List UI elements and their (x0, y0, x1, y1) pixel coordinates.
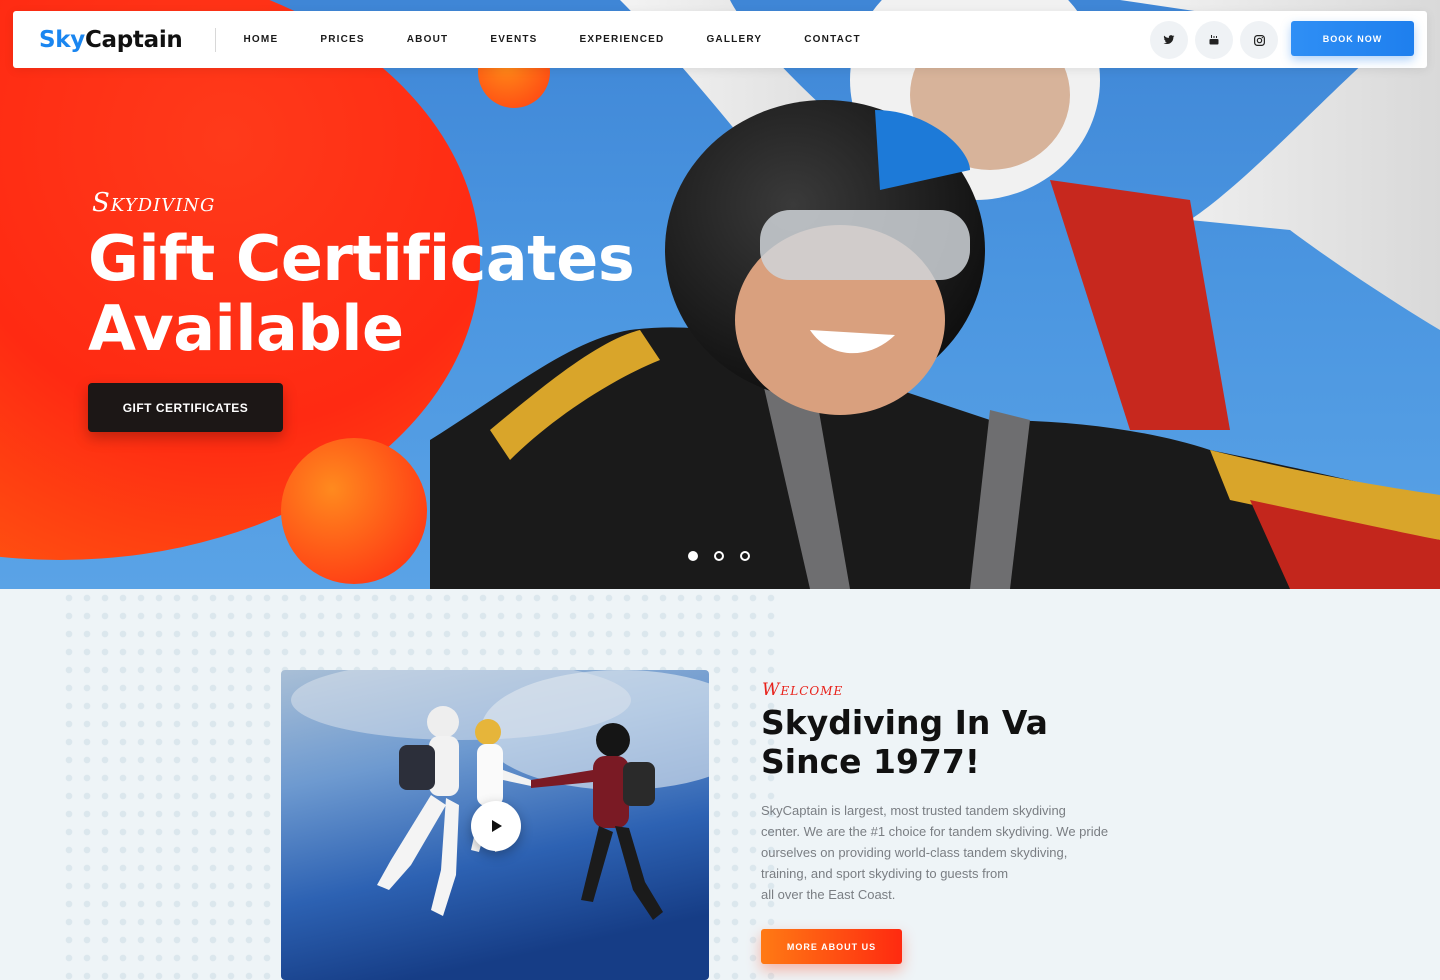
about-title: Skydiving In Va Since 1977! (761, 703, 1121, 781)
play-icon[interactable] (471, 801, 521, 851)
about-text-line: ourselves on providing world-class tande… (761, 845, 1068, 860)
logo-sky: Sky (39, 26, 85, 53)
nav-prices[interactable]: PRICES (320, 34, 364, 45)
header-divider (214, 27, 216, 52)
more-about-us-button[interactable]: MORE ABOUT US (761, 929, 902, 964)
logo-captain: Captain (84, 26, 183, 53)
hero-kicker: Skydiving (92, 188, 216, 218)
nav-events[interactable]: EVENTS (490, 34, 537, 45)
slider-dot-1[interactable] (688, 551, 698, 561)
social-links (1150, 21, 1278, 59)
hero-title-line1: Gift Certificates (88, 222, 635, 295)
about-title-line2: Since 1977! (761, 742, 980, 781)
gift-certificates-button[interactable]: GIFT CERTIFICATES (88, 383, 283, 432)
slider-pagination (688, 551, 750, 561)
main-nav: HOME PRICES ABOUT EVENTS EXPERIENCED GAL… (244, 34, 903, 45)
hero-slider: Skydiving Gift Certificates Available GI… (0, 0, 1440, 589)
about-text-line: center. We are the #1 choice for tandem … (761, 824, 1109, 839)
nav-experienced[interactable]: EXPERIENCED (580, 34, 665, 45)
nav-contact[interactable]: CONTACT (804, 34, 861, 45)
instagram-icon[interactable] (1240, 21, 1278, 59)
youtube-icon[interactable] (1195, 21, 1233, 59)
slider-dot-2[interactable] (714, 551, 724, 561)
welcome-kicker: Welcome (762, 680, 844, 700)
twitter-icon[interactable] (1150, 21, 1188, 59)
about-text-line: all over the East Coast. (761, 887, 896, 902)
book-now-button[interactable]: BOOK NOW (1291, 21, 1414, 56)
hero-title: Gift Certificates Available (88, 224, 728, 364)
about-title-line1: Skydiving In Va (761, 703, 1048, 742)
about-section: Welcome Skydiving In Va Since 1977! SkyC… (0, 589, 1440, 980)
video-thumbnail[interactable] (281, 670, 709, 980)
site-header: SkyCaptain HOME PRICES ABOUT EVENTS EXPE… (13, 11, 1427, 68)
slider-dot-3[interactable] (740, 551, 750, 561)
about-description: SkyCaptain is largest, most trusted tand… (761, 800, 1141, 905)
nav-about[interactable]: ABOUT (407, 34, 449, 45)
nav-gallery[interactable]: GALLERY (706, 34, 762, 45)
hero-title-line2: Available (88, 292, 404, 365)
about-text-line: training, and sport skydiving to guests … (761, 866, 1009, 881)
nav-home[interactable]: HOME (244, 34, 279, 45)
decorative-orange-circle-bottom (281, 438, 427, 584)
about-text-line: SkyCaptain is largest, most trusted tand… (761, 803, 1066, 818)
logo[interactable]: SkyCaptain (39, 27, 183, 53)
